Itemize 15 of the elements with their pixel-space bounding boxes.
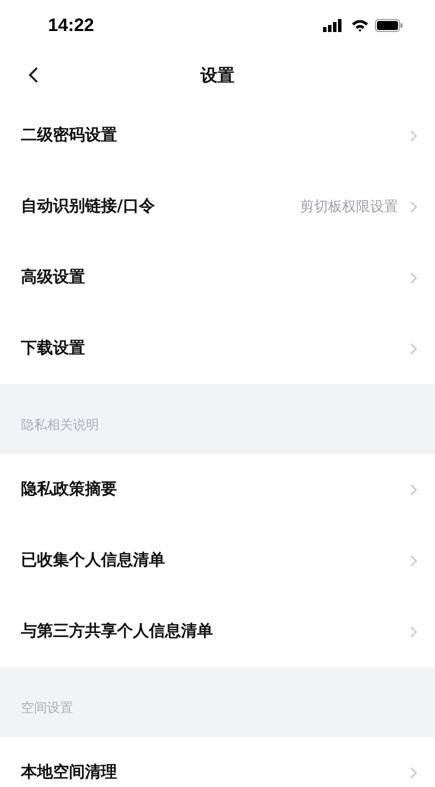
chevron-icon xyxy=(410,766,417,778)
chevron-icon xyxy=(410,626,417,638)
chevron-icon xyxy=(410,342,417,354)
chevron-icon xyxy=(410,484,417,496)
page-title: 设置 xyxy=(200,64,234,86)
chevron-icon xyxy=(410,130,417,142)
chevron-icon xyxy=(410,200,417,212)
chevron-icon xyxy=(410,554,417,566)
section-header: 空间设置 xyxy=(0,667,435,737)
wifi-icon xyxy=(351,18,369,32)
battery-icon xyxy=(375,18,403,32)
chevron-icon xyxy=(410,272,417,284)
back-icon[interactable] xyxy=(28,66,39,84)
status-time: 14:22 xyxy=(48,14,94,36)
section-header: 隐私相关说明 xyxy=(0,384,435,454)
